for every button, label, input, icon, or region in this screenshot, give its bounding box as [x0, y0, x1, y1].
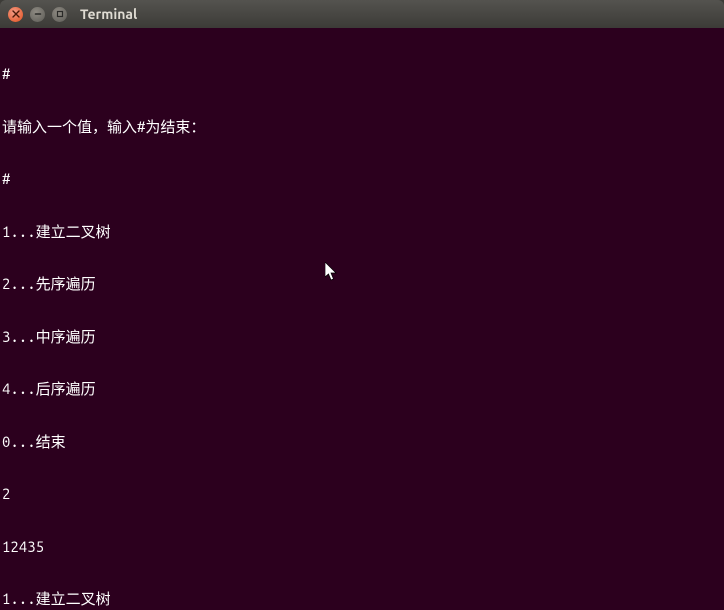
- output-line: 1...建立二叉树: [2, 590, 722, 608]
- terminal-body[interactable]: # 请输入一个值，输入#为结束： # 1...建立二叉树 2...先序遍历 3.…: [0, 28, 724, 610]
- minimize-icon[interactable]: [30, 7, 45, 22]
- output-line: 12435: [2, 538, 722, 556]
- output-line: 1...建立二叉树: [2, 223, 722, 241]
- output-line: 2: [2, 485, 722, 503]
- terminal-window: Terminal # 请输入一个值，输入#为结束： # 1...建立二叉树 2.…: [0, 0, 724, 610]
- output-line: 2...先序遍历: [2, 275, 722, 293]
- output-line: 请输入一个值，输入#为结束：: [2, 118, 722, 136]
- output-line: #: [2, 170, 722, 188]
- output-line: 0...结束: [2, 433, 722, 451]
- output-line: 3...中序遍历: [2, 328, 722, 346]
- window-title: Terminal: [80, 6, 137, 22]
- titlebar[interactable]: Terminal: [0, 0, 724, 28]
- close-icon[interactable]: [8, 7, 23, 22]
- maximize-icon[interactable]: [52, 7, 67, 22]
- output-line: #: [2, 65, 722, 83]
- output-line: 4...后序遍历: [2, 380, 722, 398]
